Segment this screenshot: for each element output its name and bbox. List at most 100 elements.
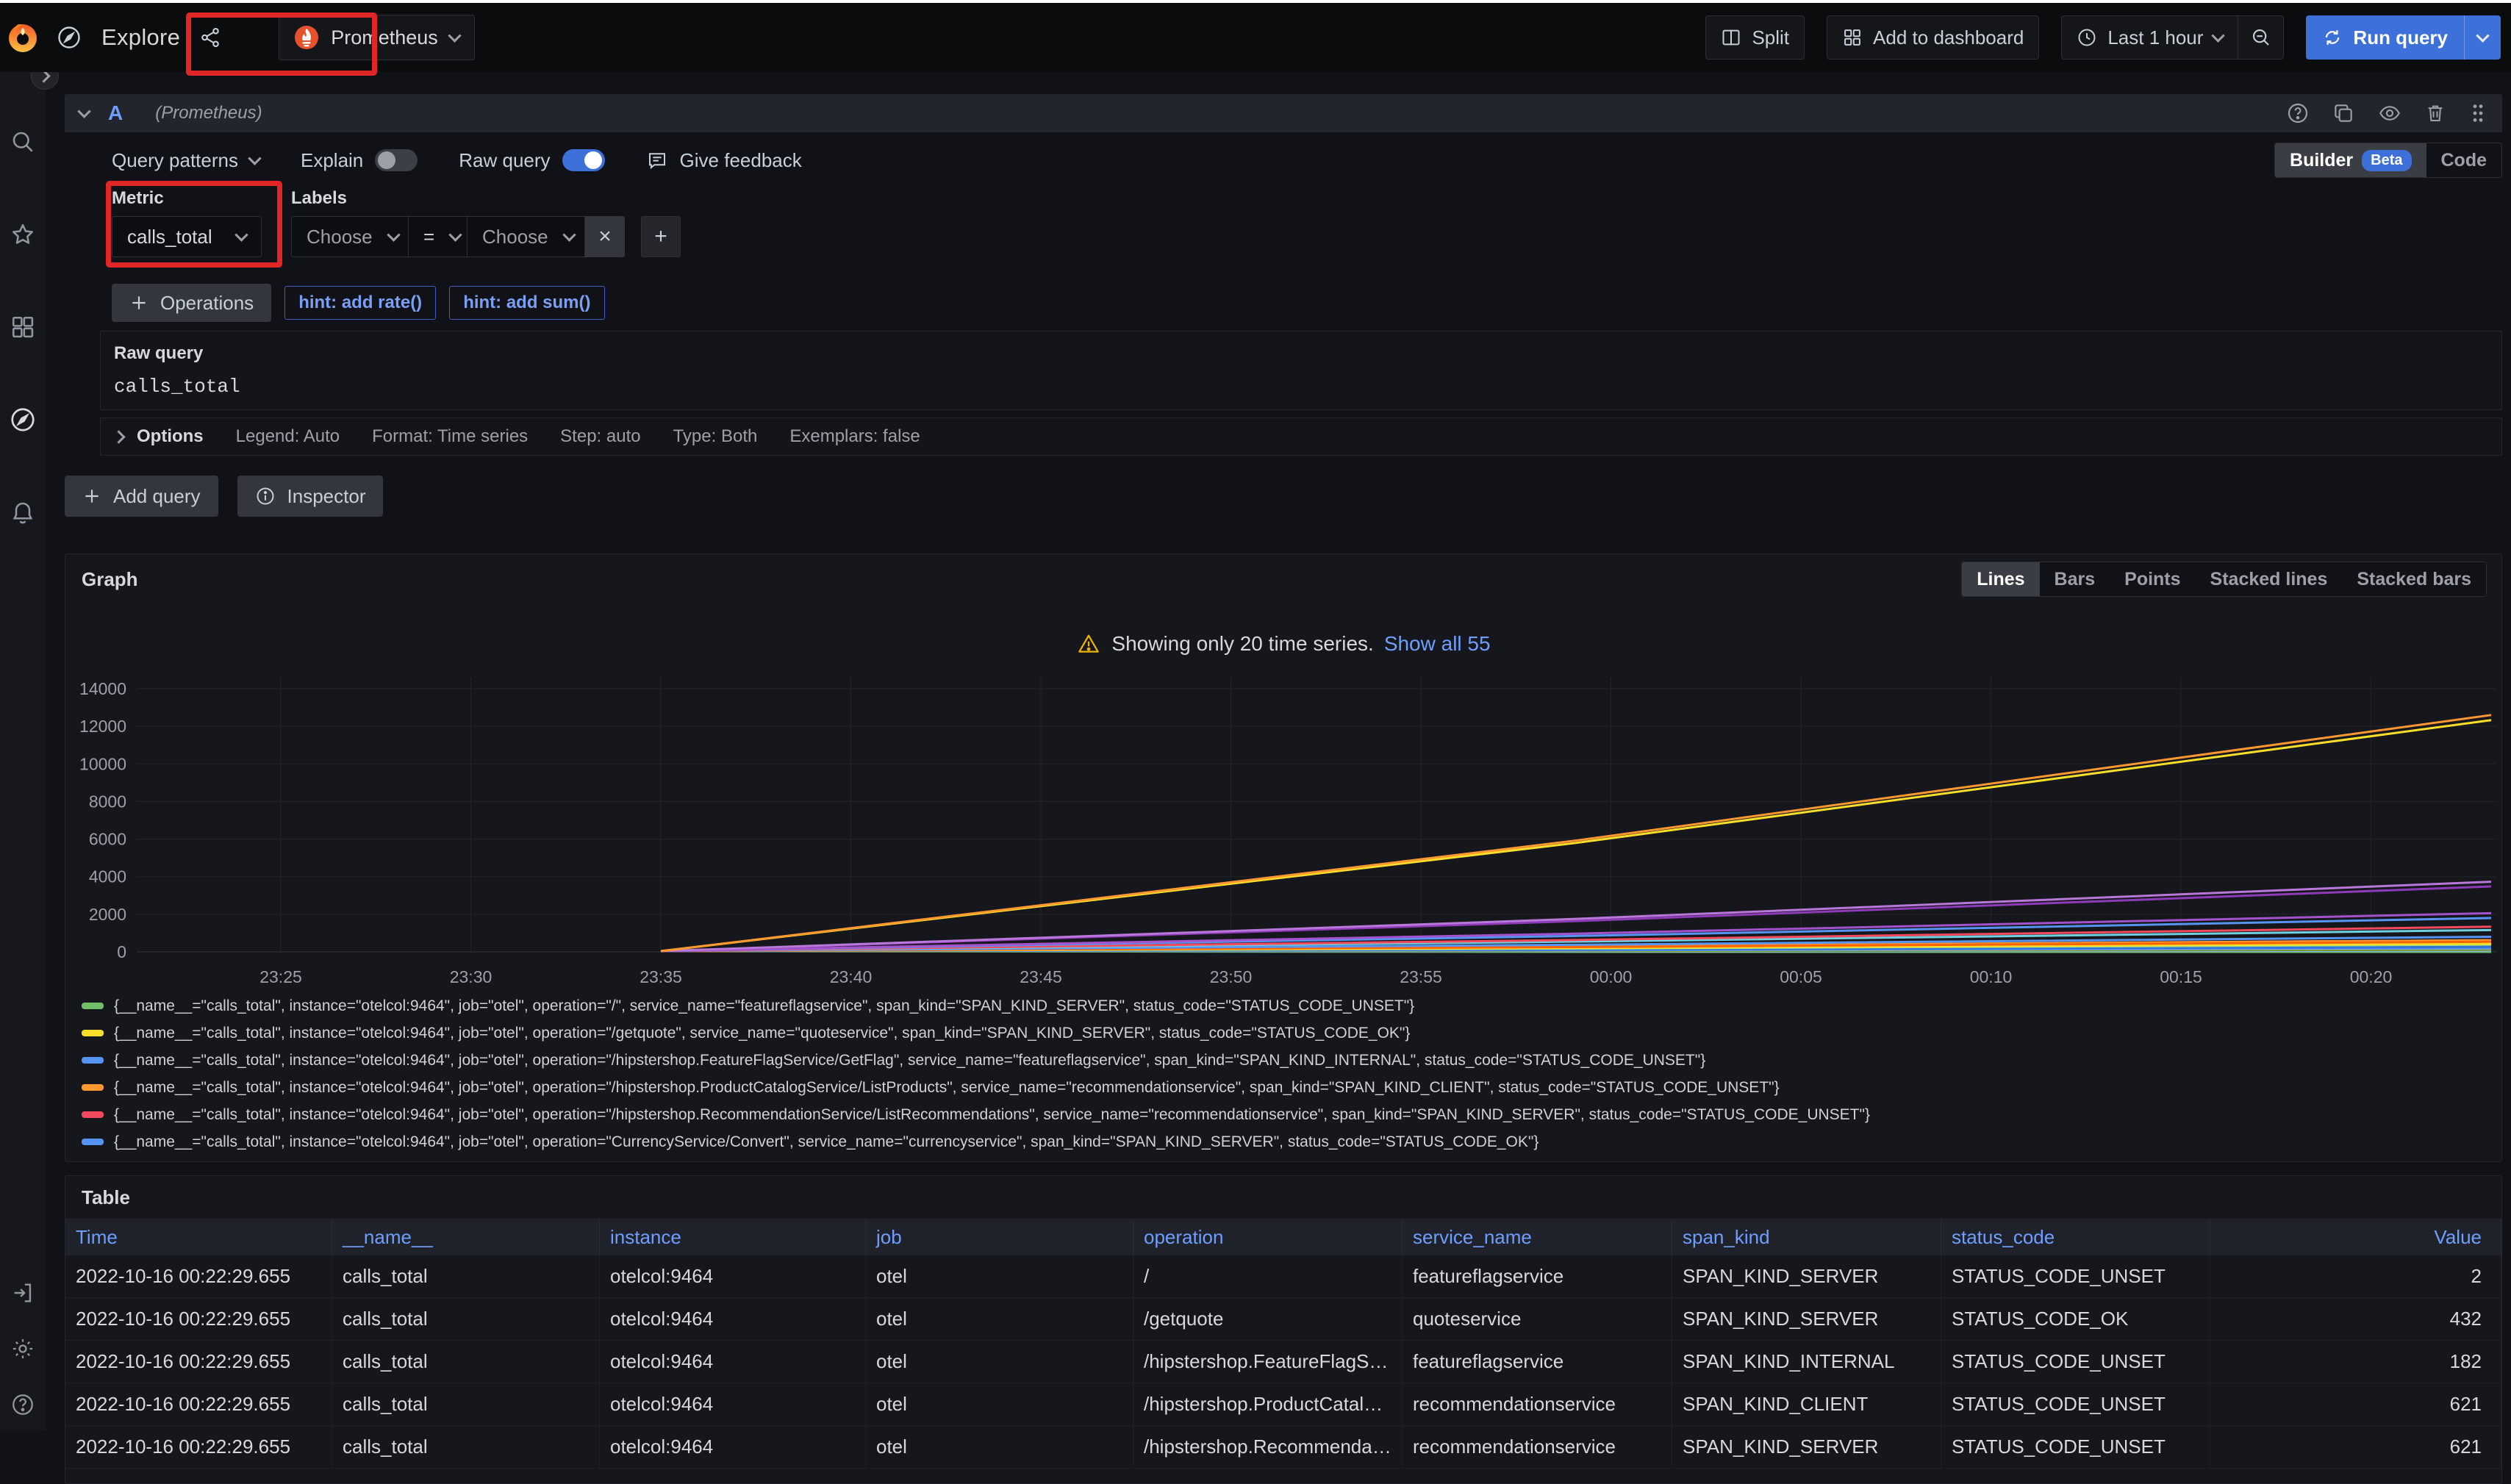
explain-toggle[interactable] xyxy=(375,149,418,171)
legend-row[interactable]: {__name__="calls_total", instance="otelc… xyxy=(82,1047,2501,1074)
table-panel: Table Time__name__instancejoboperationse… xyxy=(65,1175,2502,1484)
table-row[interactable]: 2022-10-16 00:22:29.655calls_totalotelco… xyxy=(65,1255,2501,1298)
column-header-span-kind[interactable]: span_kind xyxy=(1672,1219,1941,1255)
query-patterns-dropdown[interactable]: Query patterns xyxy=(112,149,259,172)
query-hint-button-1[interactable]: hint: add sum() xyxy=(449,286,604,320)
column-header-service-name[interactable]: service_name xyxy=(1403,1219,1672,1255)
table-cell-wrap: calls_total xyxy=(332,1298,600,1341)
sidebar-item-alerting[interactable] xyxy=(0,490,46,535)
query-drag-handle[interactable] xyxy=(2468,101,2487,125)
explain-toggle-group: Explain xyxy=(301,149,418,172)
table-cell: quoteservice xyxy=(1413,1308,1521,1330)
legend-row[interactable]: {__name__="calls_total", instance="otelc… xyxy=(82,1128,2501,1155)
add-to-dashboard-button[interactable]: Add to dashboard xyxy=(1827,15,2039,60)
add-query-button[interactable]: Add query xyxy=(65,476,218,517)
legend-row[interactable]: {__name__="calls_total", instance="otelc… xyxy=(82,992,2501,1019)
query-remove-button[interactable] xyxy=(2424,101,2446,125)
sidebar-item-sign-in[interactable] xyxy=(0,1280,46,1305)
metric-labels-row: Metric calls_total Labels Choose = Choos… xyxy=(65,188,2502,257)
sidebar-item-help[interactable] xyxy=(0,1392,46,1417)
table-row[interactable]: 2022-10-16 00:22:29.655calls_totalotelco… xyxy=(65,1426,2501,1469)
label-key-select[interactable]: Choose xyxy=(291,216,409,257)
sidebar-item-dashboards[interactable] xyxy=(0,304,46,350)
bell-icon xyxy=(10,499,36,526)
table-cell: 621 xyxy=(2450,1435,2482,1458)
datasource-name: Prometheus xyxy=(331,26,438,49)
column-header-instance[interactable]: instance xyxy=(600,1219,866,1255)
graph-mode-lines[interactable]: Lines xyxy=(1962,562,2039,596)
query-hide-button[interactable] xyxy=(2377,101,2402,125)
sidebar-item-starred[interactable] xyxy=(0,212,46,257)
legend-row[interactable]: {__name__="calls_total", instance="otelc… xyxy=(82,1101,2501,1128)
show-all-series-link[interactable]: Show all 55 xyxy=(1384,632,1491,656)
raw-query-toggle[interactable] xyxy=(562,149,605,171)
time-range-picker[interactable]: Last 1 hour xyxy=(2062,26,2238,49)
option-summary-item: Exemplars: false xyxy=(789,426,920,447)
legend-row[interactable]: {__name__="calls_total", instance="otelc… xyxy=(82,1074,2501,1101)
sidebar-item-search[interactable] xyxy=(0,119,46,165)
table-cell-wrap: calls_total xyxy=(332,1383,600,1426)
add-operation-button[interactable]: Operations xyxy=(112,284,271,322)
column-header-operation[interactable]: operation xyxy=(1133,1219,1403,1255)
table-row[interactable]: 2022-10-16 00:22:29.655calls_totalotelco… xyxy=(65,1341,2501,1383)
column-header-time[interactable]: Time xyxy=(65,1219,332,1255)
table-cell-wrap: otel xyxy=(866,1383,1133,1426)
table-cell-wrap: SPAN_KIND_CLIENT xyxy=(1672,1383,1941,1426)
legend-swatch xyxy=(82,1084,104,1091)
table-cell-wrap: 2022-10-16 00:22:29.655 xyxy=(65,1426,332,1469)
graph-mode-stacked-bars[interactable]: Stacked bars xyxy=(2342,562,2486,596)
options-expand[interactable]: Options xyxy=(114,426,204,447)
zoom-out-button[interactable] xyxy=(2238,16,2283,59)
column-header--name-[interactable]: __name__ xyxy=(332,1219,600,1255)
table-cell-wrap: /getquote xyxy=(1133,1298,1403,1341)
query-help-button[interactable] xyxy=(2286,101,2310,125)
run-query-options[interactable] xyxy=(2464,15,2501,60)
table-cell: / xyxy=(1144,1265,1149,1288)
svg-text:23:45: 23:45 xyxy=(1020,967,1062,986)
column-header-status-code[interactable]: status_code xyxy=(1941,1219,2210,1255)
label-value-select[interactable]: Choose xyxy=(468,216,585,257)
collapse-chevron-icon[interactable] xyxy=(77,104,90,118)
grafana-logo[interactable] xyxy=(0,21,46,54)
table-row[interactable]: 2022-10-16 00:22:29.655calls_totalotelco… xyxy=(65,1298,2501,1341)
svg-text:23:30: 23:30 xyxy=(450,967,492,986)
graph-mode-stacked-lines[interactable]: Stacked lines xyxy=(2196,562,2343,596)
table-cell: /hipstershop.RecommendationService/ListR… xyxy=(1144,1435,1391,1458)
split-button[interactable]: Split xyxy=(1705,15,1805,60)
sidebar-item-explore[interactable] xyxy=(0,397,46,442)
time-series-chart[interactable]: 23:2523:3023:3523:4023:4523:5023:5500:00… xyxy=(65,666,2501,989)
table-cell: calls_total xyxy=(343,1265,428,1288)
column-header-job[interactable]: job xyxy=(866,1219,1133,1255)
graph-mode-bars[interactable]: Bars xyxy=(2040,562,2110,596)
add-label-filter-button[interactable]: + xyxy=(641,216,681,257)
query-hint-button-0[interactable]: hint: add rate() xyxy=(284,286,436,320)
label-operator-select[interactable]: = xyxy=(409,216,468,257)
tab-builder[interactable]: Builder Beta xyxy=(2275,143,2426,177)
operations-row: Operations hint: add rate() hint: add sum… xyxy=(65,284,2502,322)
table-cell: STATUS_CODE_UNSET xyxy=(1952,1435,2166,1458)
share-icon[interactable] xyxy=(199,26,221,49)
query-row-header[interactable]: A (Prometheus) xyxy=(65,94,2502,132)
table-cell-wrap: 621 xyxy=(2210,1426,2501,1469)
svg-text:8000: 8000 xyxy=(89,792,126,811)
run-query-button[interactable]: Run query xyxy=(2306,15,2501,60)
remove-label-filter-button[interactable]: × xyxy=(585,216,625,257)
table-row[interactable]: 2022-10-16 00:22:29.655calls_totalotelco… xyxy=(65,1383,2501,1426)
column-header-value[interactable]: Value xyxy=(2210,1219,2501,1255)
graph-mode-points[interactable]: Points xyxy=(2110,562,2195,596)
table-cell-wrap: otel xyxy=(866,1341,1133,1383)
chevron-down-icon xyxy=(234,228,248,241)
legend-swatch xyxy=(82,1139,104,1145)
give-feedback-link[interactable]: Give feedback xyxy=(646,149,802,172)
legend-row-clipped[interactable]: {__name__="calls_total", instance="otelc… xyxy=(82,1155,2501,1160)
table-cell-wrap: /hipstershop.RecommendationService/ListR… xyxy=(1133,1426,1403,1469)
legend-row[interactable]: {__name__="calls_total", instance="otelc… xyxy=(82,1019,2501,1047)
tab-code[interactable]: Code xyxy=(2426,143,2502,177)
query-duplicate-button[interactable] xyxy=(2332,101,2355,125)
metric-select[interactable]: calls_total xyxy=(112,216,262,257)
inspector-button[interactable]: Inspector xyxy=(237,476,384,517)
label-operator: = xyxy=(423,226,434,248)
split-columns-icon xyxy=(1721,27,1741,48)
sidebar-item-settings[interactable] xyxy=(0,1336,46,1361)
datasource-picker[interactable]: Prometheus xyxy=(279,15,475,60)
